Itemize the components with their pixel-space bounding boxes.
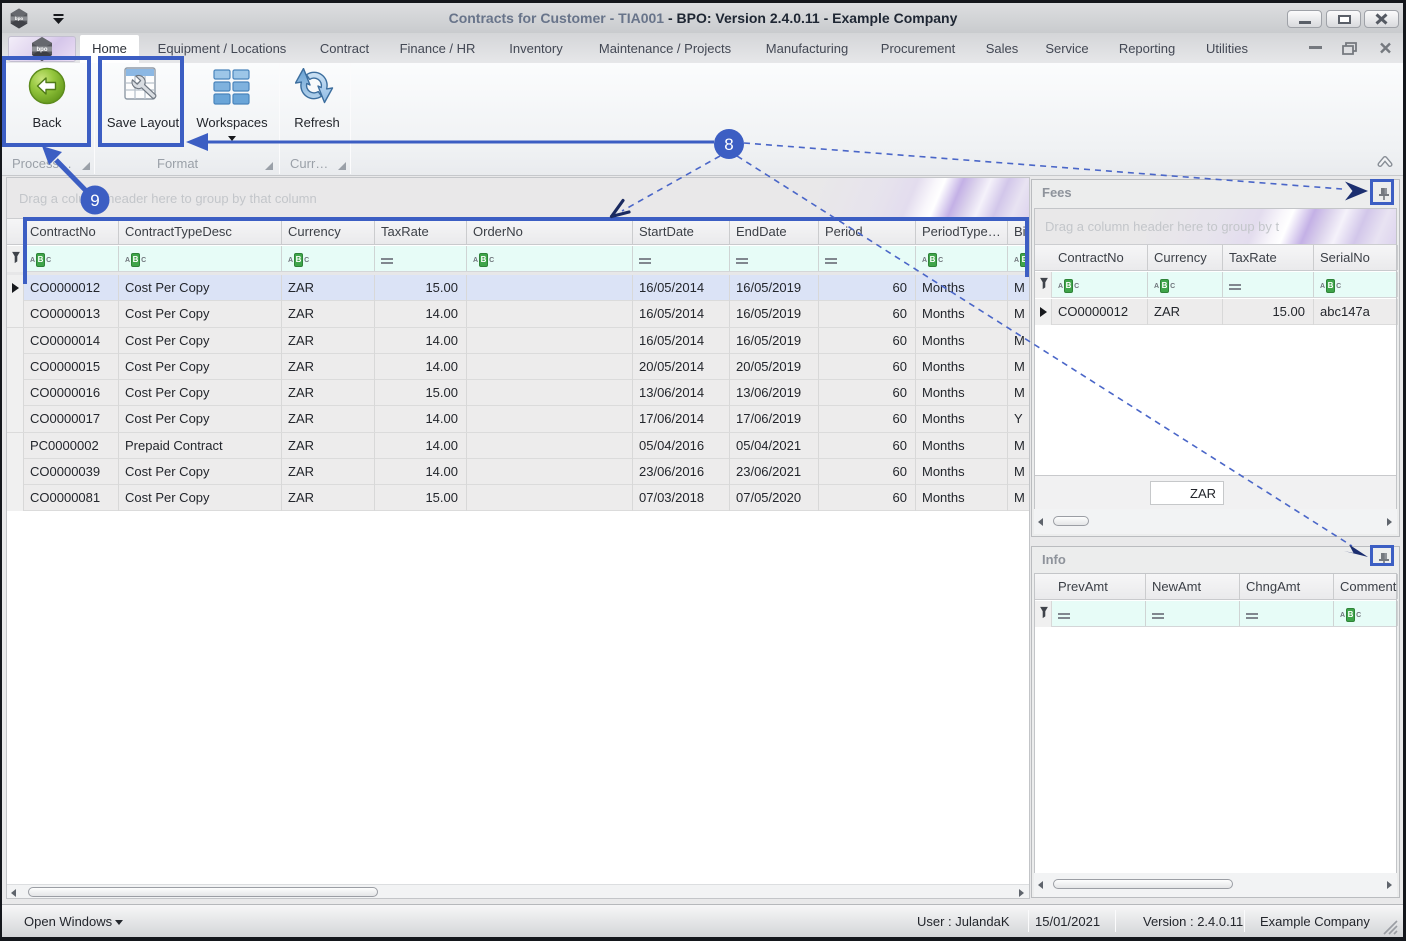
svg-text:bpo: bpo: [37, 47, 48, 53]
svg-text:bpo: bpo: [15, 16, 24, 21]
